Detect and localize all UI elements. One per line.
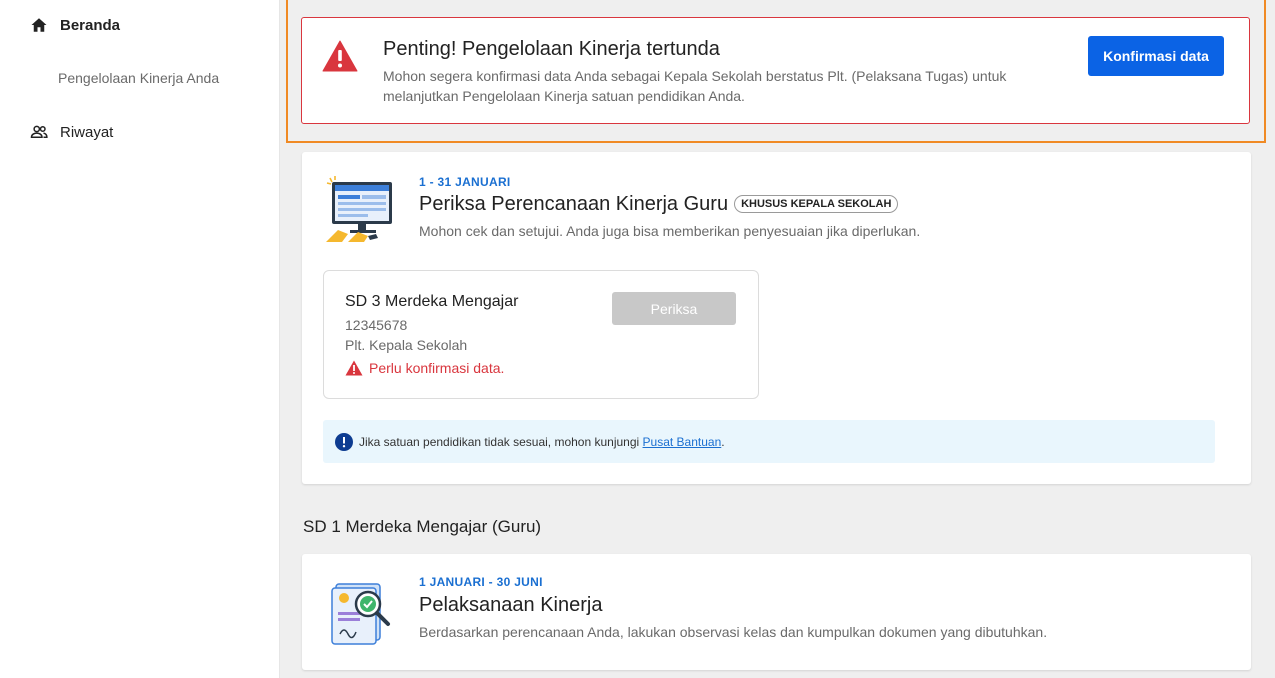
- info-icon: [335, 432, 353, 451]
- sidebar-item-label: Pengelolaan Kinerja Anda: [58, 70, 220, 86]
- confirmation-warning-text: Perlu konfirmasi data.: [369, 360, 505, 376]
- pending-alert: Penting! Pengelolaan Kinerja tertunda Mo…: [301, 17, 1250, 124]
- home-icon: [30, 16, 48, 34]
- warning-icon: [322, 40, 358, 72]
- sidebar-item-riwayat[interactable]: Riwayat: [30, 123, 113, 141]
- alert-title: Penting! Pengelolaan Kinerja tertunda: [383, 38, 720, 60]
- performance-execution-card: 1 JANUARI - 30 JUNI Pelaksanaan Kinerja …: [302, 554, 1251, 670]
- sidebar-item-beranda[interactable]: Beranda: [30, 16, 120, 34]
- section-title: SD 1 Merdeka Mengajar (Guru): [303, 517, 542, 536]
- help-info-suffix: .: [721, 434, 725, 449]
- review-date-range: 1 - 31 JANUARI: [419, 175, 511, 189]
- review-button[interactable]: Periksa: [612, 292, 736, 325]
- help-center-link[interactable]: Pusat Bantuan: [643, 435, 722, 449]
- sidebar-item-label: Beranda: [60, 16, 121, 34]
- school-npsn: 12345678: [345, 317, 408, 333]
- review-title: Periksa Perencanaan Kinerja Guru: [419, 193, 729, 215]
- sidebar: Beranda Pengelolaan Kinerja Anda Riwayat: [0, 0, 280, 678]
- school-item: SD 3 Merdeka Mengajar 12345678 Plt. Kepa…: [323, 270, 759, 399]
- execution-date-range: 1 JANUARI - 30 JUNI: [419, 575, 543, 589]
- review-subtitle: Mohon cek dan setujui. Anda juga bisa me…: [419, 223, 921, 239]
- school-role: Plt. Kepala Sekolah: [345, 337, 468, 353]
- review-title-row: Periksa Perencanaan Kinerja Guru KHUSUS K…: [419, 193, 899, 216]
- execution-subtitle: Berdasarkan perencanaan Anda, lakukan ob…: [419, 624, 1048, 640]
- review-planning-card: 1 - 31 JANUARI Periksa Perencanaan Kiner…: [302, 152, 1251, 484]
- warning-icon: [345, 360, 363, 376]
- people-icon: [30, 123, 48, 141]
- alert-description: Mohon segera konfirmasi data Anda sebaga…: [383, 68, 1007, 104]
- confirm-data-button[interactable]: Konfirmasi data: [1088, 36, 1224, 76]
- help-info-banner: Jika satuan pendidikan tidak sesuai, moh…: [323, 420, 1215, 463]
- computer-review-illustration: [326, 176, 392, 242]
- principal-only-badge: KHUSUS KEPALA SEKOLAH: [734, 195, 899, 213]
- execution-title: Pelaksanaan Kinerja: [419, 594, 603, 616]
- school-name: SD 3 Merdeka Mengajar: [345, 293, 519, 310]
- main-content: Penting! Pengelolaan Kinerja tertunda Mo…: [281, 0, 1275, 678]
- sidebar-item-label: Riwayat: [60, 123, 114, 141]
- sidebar-item-pengelolaan-kinerja[interactable]: Pengelolaan Kinerja Anda: [58, 70, 219, 86]
- document-check-illustration: [331, 583, 390, 645]
- confirmation-warning: Perlu konfirmasi data.: [345, 360, 504, 376]
- help-info-text: Jika satuan pendidikan tidak sesuai, moh…: [359, 434, 640, 449]
